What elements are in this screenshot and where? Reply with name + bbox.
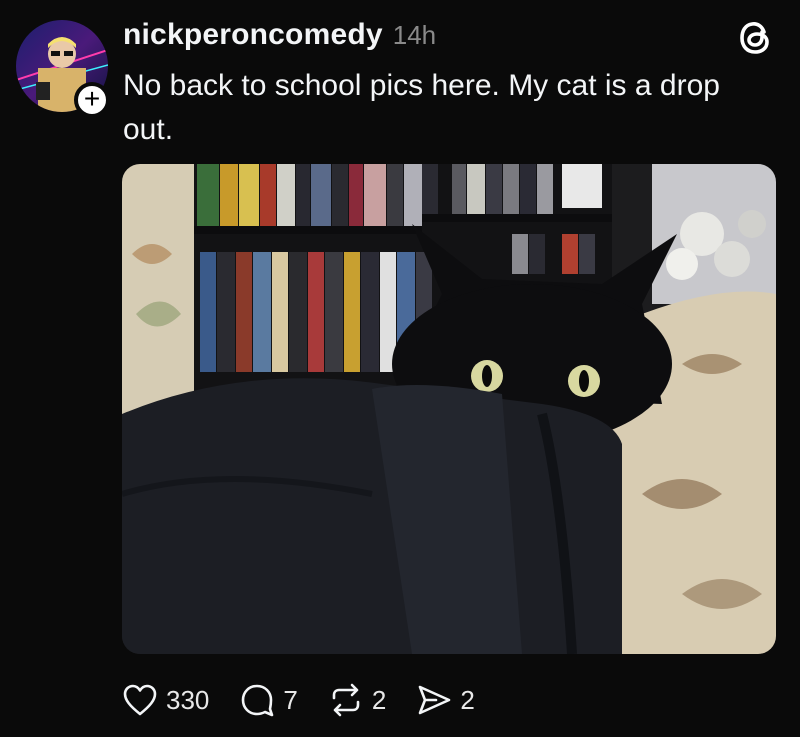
like-button[interactable]: 330 [122, 683, 209, 717]
post-header: nickperoncomedy 14h [123, 18, 436, 52]
threads-logo-icon [736, 18, 776, 58]
heart-icon [122, 683, 158, 717]
reply-button[interactable]: 7 [239, 683, 298, 717]
reply-count: 7 [283, 684, 298, 715]
comment-bubble-icon [239, 683, 275, 717]
post-caption: No back to school pics here. My cat is a… [123, 69, 720, 146]
share-button[interactable]: 2 [416, 683, 475, 717]
action-bar: 330 7 2 2 [122, 680, 505, 720]
thread-post: + nickperoncomedy 14h No back to school … [0, 0, 800, 737]
username[interactable]: nickperoncomedy [123, 18, 383, 52]
repost-arrows-icon [328, 683, 364, 717]
send-icon [416, 683, 452, 717]
post-photo[interactable] [122, 164, 776, 654]
share-count: 2 [460, 684, 475, 715]
repost-button[interactable]: 2 [328, 683, 386, 717]
like-count: 330 [166, 684, 210, 715]
follow-button[interactable]: + [74, 82, 110, 118]
timestamp[interactable]: 14h [393, 20, 436, 51]
repost-count: 2 [371, 684, 387, 715]
